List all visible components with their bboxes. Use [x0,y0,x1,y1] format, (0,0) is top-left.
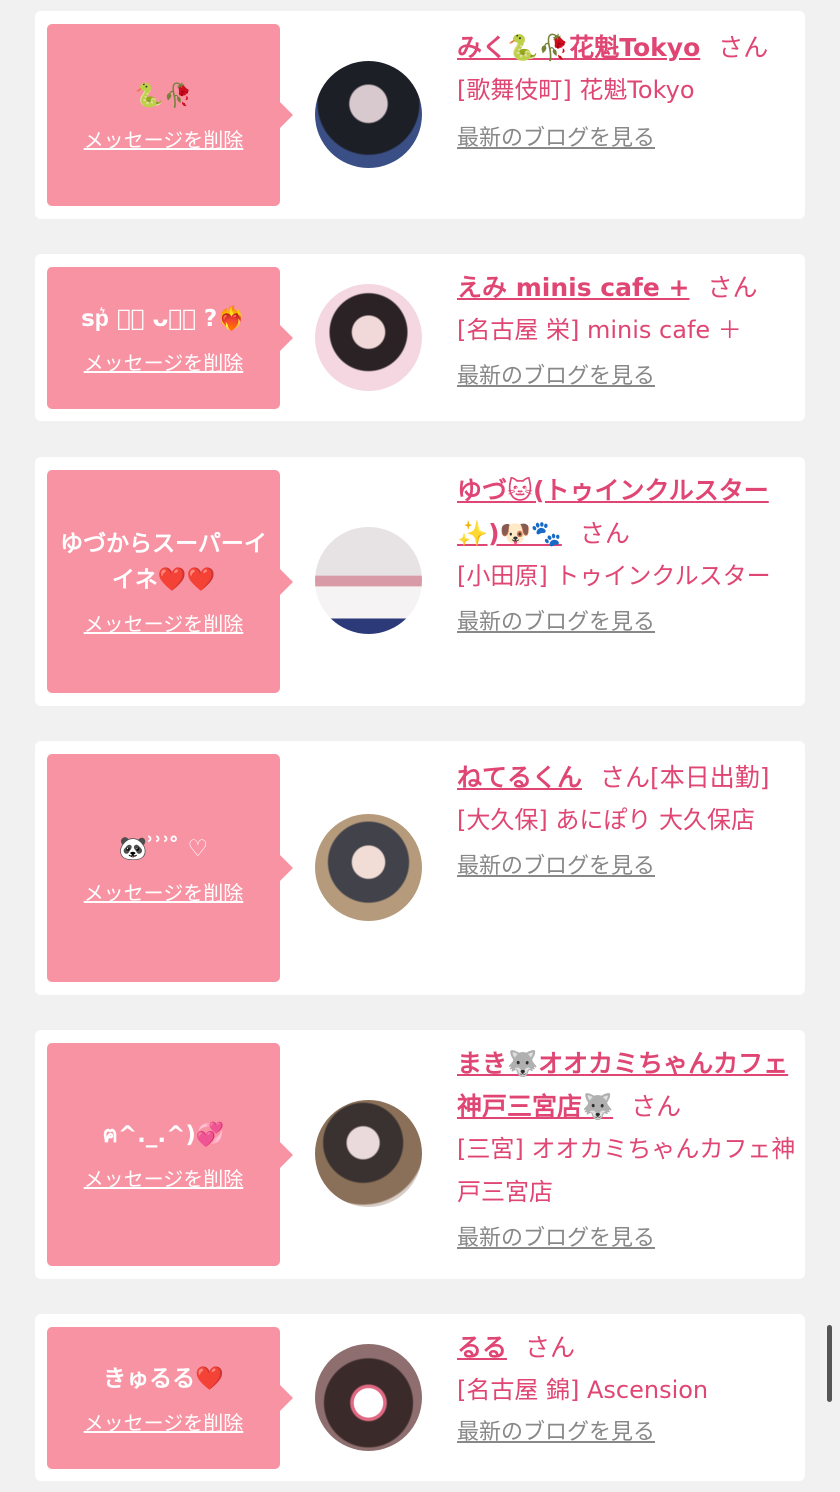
delete-message-link[interactable]: メッセージを削除 [84,608,244,637]
honorific: さん [579,519,630,548]
honorific: さん [525,1333,576,1362]
message-bubble: sp͛ ･ᷓ ᴗ･ᷓ ?❤️‍🔥 メッセージを削除 [47,267,293,409]
message-text: きゅるる❤️ [103,1365,224,1392]
message-card: ゆづからスーパーイイネ❤️❤️ メッセージを削除 ゆづ🐱(トゥインクルスター✨)… [35,457,805,706]
message-text: 🐼 ͗ ͗ ͗ ̊ ♡ [118,835,209,862]
avatar[interactable] [315,284,422,391]
cast-info: みく🐍🥀花魁Tokyo さん [歌舞伎町] 花魁Tokyo 最新のブログを見る [457,26,797,154]
delete-message-link[interactable]: メッセージを削除 [84,347,244,376]
message-text: 🐍🥀 [134,82,193,109]
name-line: るる さん [457,1326,797,1369]
message-card: 🐼 ͗ ͗ ͗ ̊ ♡ メッセージを削除 ねてるくん さん[本日出勤] [大久保]… [35,741,805,995]
name-line: みく🐍🥀花魁Tokyo さん [457,26,797,69]
message-bubble: ฅ^._.^)💞 メッセージを削除 [47,1043,293,1266]
shop-label: [三宮] オオカミちゃんカフェ神戸三宮店 [457,1135,796,1206]
delete-message-link[interactable]: メッセージを削除 [84,124,244,153]
honorific: さん [631,1092,682,1121]
message-card: きゅるる❤️ メッセージを削除 るる さん [名古屋 錦] Ascension 最… [35,1314,805,1481]
honorific: さん [718,33,769,62]
cast-info: えみ minis cafe + さん [名古屋 栄] minis cafe ＋ 最… [457,266,797,392]
name-line: ゆづ🐱(トゥインクルスター✨)🐶🐾 さん [457,469,797,555]
delete-message-link[interactable]: メッセージを削除 [84,1163,244,1192]
name-line: まき🐺オオカミちゃんカフェ神戸三宮店🐺 さん [457,1042,797,1128]
message-card: sp͛ ･ᷓ ᴗ･ᷓ ?❤️‍🔥 メッセージを削除 えみ minis cafe … [35,254,805,421]
avatar[interactable] [315,1344,422,1451]
name-line: えみ minis cafe + さん [457,266,797,309]
name-line: ねてるくん さん[本日出勤] [457,756,797,799]
shop-label: [大久保] あにぽり 大久保店 [457,806,755,834]
message-bubble: ゆづからスーパーイイネ❤️❤️ メッセージを削除 [47,470,293,693]
latest-blog-link[interactable]: 最新のブログを見る [457,362,655,392]
message-bubble: 🐼 ͗ ͗ ͗ ̊ ♡ メッセージを削除 [47,754,293,982]
honorific: さん [707,273,758,302]
latest-blog-link[interactable]: 最新のブログを見る [457,124,655,154]
delete-message-link[interactable]: メッセージを削除 [84,877,244,906]
cast-name-link[interactable]: えみ minis cafe + [457,273,689,302]
avatar[interactable] [315,814,422,921]
message-bubble: 🐍🥀 メッセージを削除 [47,24,293,206]
shop-label: [名古屋 錦] Ascension [457,1376,709,1404]
cast-name-link[interactable]: ねてるくん [457,763,582,792]
latest-blog-link[interactable]: 最新のブログを見る [457,1418,655,1448]
scrollbar-thumb[interactable] [827,1325,832,1402]
cast-name-link[interactable]: るる [457,1333,507,1362]
shop-label: [小田原] トゥインクルスター [457,562,771,590]
cast-info: るる さん [名古屋 錦] Ascension 最新のブログを見る [457,1326,797,1448]
cast-info: ねてるくん さん[本日出勤] [大久保] あにぽり 大久保店 最新のブログを見る [457,756,797,882]
message-bubble: きゅるる❤️ メッセージを削除 [47,1327,293,1469]
cast-name-link[interactable]: まき🐺オオカミちゃんカフェ神戸三宮店🐺 [457,1049,788,1121]
cast-name-link[interactable]: みく🐍🥀花魁Tokyo [457,33,700,62]
latest-blog-link[interactable]: 最新のブログを見る [457,1224,655,1254]
latest-blog-link[interactable]: 最新のブログを見る [457,608,655,638]
shop-label: [名古屋 栄] minis cafe ＋ [457,316,742,344]
shop-label: [歌舞伎町] 花魁Tokyo [457,76,695,104]
cast-info: ゆづ🐱(トゥインクルスター✨)🐶🐾 さん [小田原] トゥインクルスター 最新のブ… [457,469,797,638]
honorific: さん[本日出勤] [600,763,770,792]
avatar[interactable] [315,1100,422,1207]
message-text: ฅ^._.^)💞 [102,1122,225,1148]
cast-info: まき🐺オオカミちゃんカフェ神戸三宮店🐺 さん [三宮] オオカミちゃんカフェ神戸三… [457,1042,797,1254]
latest-blog-link[interactable]: 最新のブログを見る [457,852,655,882]
avatar[interactable] [315,61,422,168]
message-text: ゆづからスーパーイイネ❤️❤️ [60,531,267,593]
avatar[interactable] [315,527,422,634]
message-text: sp͛ ･ᷓ ᴗ･ᷓ ?❤️‍🔥 [81,305,246,332]
message-card: 🐍🥀 メッセージを削除 みく🐍🥀花魁Tokyo さん [歌舞伎町] 花魁Tokyo… [35,11,805,219]
message-card: ฅ^._.^)💞 メッセージを削除 まき🐺オオカミちゃんカフェ神戸三宮店🐺 さん … [35,1030,805,1279]
delete-message-link[interactable]: メッセージを削除 [84,1407,244,1436]
